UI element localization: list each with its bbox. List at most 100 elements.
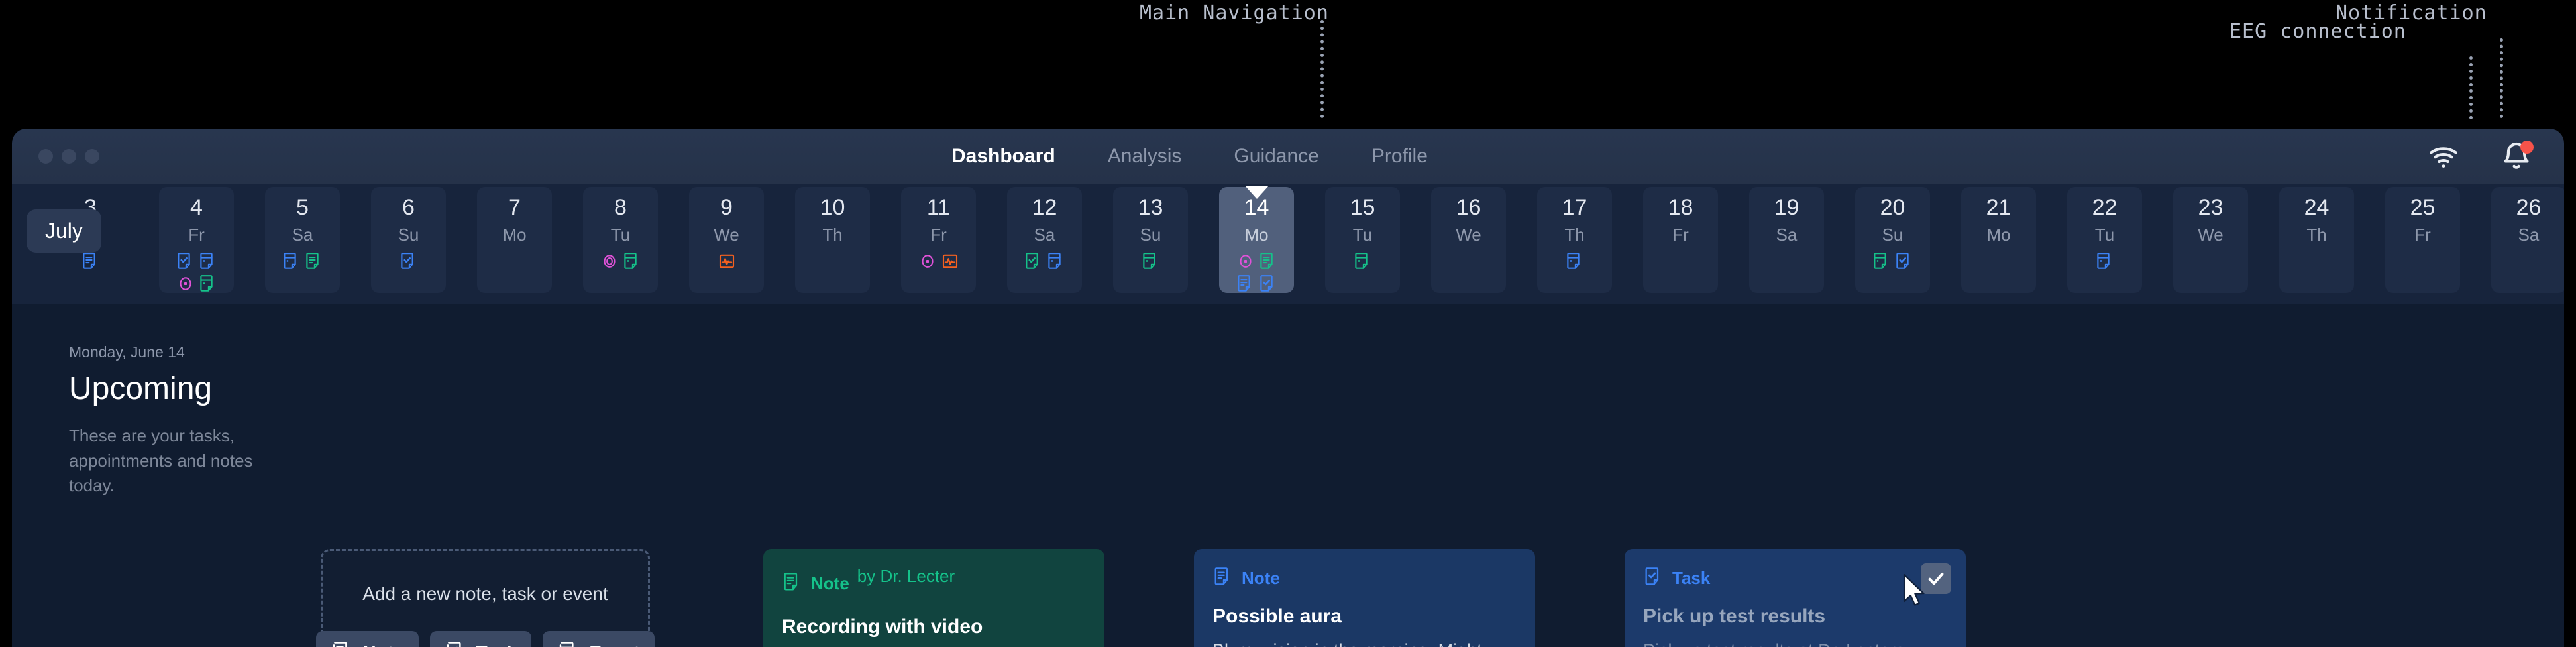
calendar-day-17[interactable]: 17 Th [1537,187,1612,293]
day-weekday: Su [1882,225,1904,245]
day-weekday: Th [1564,225,1585,245]
day-weekday: Su [1140,225,1161,245]
add-event-button[interactable]: Event [543,630,655,647]
calendar-day-5[interactable]: 5 Sa [265,187,340,293]
maximize-window-dot[interactable] [85,149,99,164]
card-body-text: Pick up test results at Dr. Lecters offi… [1643,638,1947,647]
add-task-button[interactable]: Task [429,630,532,647]
calendar-day-4[interactable]: 4 Fr [159,187,234,293]
day-number: 6 [402,195,415,220]
calendar-day-25[interactable]: 25 Fr [2385,187,2460,293]
day-weekday: Sa [1034,225,1055,245]
nav-item-guidance[interactable]: Guidance [1234,145,1318,168]
day-weekday: Tu [610,225,631,245]
event-blue-icon [1046,251,1066,271]
day-number: 14 [1244,195,1269,220]
calendar-day-11[interactable]: 11 Fr [901,187,976,293]
task-complete-checkbox[interactable] [1921,563,1951,594]
day-number: 12 [1032,195,1057,220]
day-weekday: Su [398,225,419,245]
event-green-icon [1141,251,1161,271]
card-kind-row: Note [1212,566,1517,591]
day-number: 21 [1986,195,2012,220]
add-button-label: Task [476,642,517,647]
task-blue-icon [399,251,419,271]
calendar-day-22[interactable]: 22 Tu [2067,187,2142,293]
upcoming-panel: Monday, June 14 Upcoming These are your … [69,345,268,499]
title-bar: Dashboard Analysis Guidance Profile [12,129,2564,184]
close-window-dot[interactable] [38,149,53,164]
day-weekday: Mo [1244,225,1269,245]
day-number: 20 [1880,195,1905,220]
card-kind-row: Task [1643,566,1947,591]
nav-item-analysis[interactable]: Analysis [1108,145,1182,168]
day-number: 3 [84,195,97,220]
day-entry-icons [1126,251,1176,271]
notification-badge [2520,141,2534,154]
note-green-icon [782,571,803,596]
day-number: 8 [614,195,627,220]
note-green-icon [304,251,324,271]
calendar-day-12[interactable]: 12 Sa [1007,187,1082,293]
day-entry-icons [1020,251,1070,271]
day-entry-icons [384,251,434,271]
calendar-day-7[interactable]: 7 Mo [477,187,552,293]
event-green-icon [622,251,642,271]
note-card[interactable]: Noteby Dr. LecterRecording with videoHel… [763,549,1104,647]
day-number: 17 [1562,195,1587,220]
day-number: 7 [508,195,521,220]
calendar-day-2[interactable]: 2We [12,187,22,293]
day-entry-icons [2080,251,2130,271]
screenshot-root: Main Navigation Notification EEG connectio… [0,0,2576,647]
task-green-icon [1024,251,1044,271]
calendar-day-8[interactable]: 8 Tu [583,187,658,293]
day-weekday: Mo [1986,225,2011,245]
day-weekday: Sa [1776,225,1798,245]
window-controls[interactable] [38,149,99,164]
calendar-day-26[interactable]: 26 Sa [2491,187,2564,293]
annotation-leader-line [1320,20,1326,118]
calendar-day-3[interactable]: 3 Th [53,187,128,293]
day-number: 4 [190,195,203,220]
annotation-label: EEG connection [2229,20,2406,43]
minimize-window-dot[interactable] [62,149,76,164]
calendar-day-14[interactable]: 14 Mo [1219,186,1294,293]
event-green-icon [198,274,218,294]
calendar-day-20[interactable]: 20 Su [1855,187,1930,293]
calendar-day-10[interactable]: 10 Th [795,187,870,293]
selected-day-pointer [1244,186,1269,199]
note-blue-icon [81,251,101,271]
day-weekday: We [714,225,739,245]
nav-item-dashboard[interactable]: Dashboard [951,145,1055,168]
task-blue-icon [1894,251,1914,271]
calendar-day-24[interactable]: 24 Th [2279,187,2354,293]
add-note-button[interactable]: Note [316,630,419,647]
calendar-day-19[interactable]: 19 Sa [1749,187,1824,293]
note-card[interactable]: Note Possible aura Blurry vision in the mo… [1194,549,1535,647]
calendar-day-9[interactable]: 9 We [689,187,764,293]
calendar-strip[interactable]: 2We 3 Th 4 Fr 5 Sa 6 Su 7 Mo 8 Tu 9 We [12,184,2564,304]
calendar-day-15[interactable]: 15 Tu [1325,187,1400,293]
day-weekday: We [2198,225,2224,245]
task-card[interactable]: Task Pick up test results Pick up test res… [1625,549,1966,647]
calendar-day-21[interactable]: 21 Mo [1961,187,2036,293]
day-entry-icons [172,251,222,294]
calendar-day-13[interactable]: 13 Su [1113,187,1188,293]
day-weekday: Sa [292,225,313,245]
annotation-label: Main Navigation [1140,1,1329,25]
calendar-day-6[interactable]: 6 Su [371,187,446,293]
nav-item-profile[interactable]: Profile [1371,145,1428,168]
day-number: 19 [1774,195,1799,220]
day-number: 25 [2410,195,2436,220]
annotation-leader-line [2500,38,2506,118]
add-new-panel[interactable]: Add a new note, task or event Note Task … [316,549,655,647]
wifi-icon[interactable] [2428,141,2459,172]
calendar-day-16[interactable]: 16 We [1431,187,1506,293]
status-icon-group [2428,129,2534,184]
calendar-day-18[interactable]: 18 Fr [1643,187,1718,293]
day-number: 16 [1456,195,1481,220]
bell-icon[interactable] [2500,141,2534,172]
app-window: Dashboard Analysis Guidance Profile 3 Th… [12,129,2564,647]
day-number: 13 [1138,195,1163,220]
calendar-day-23[interactable]: 23 We [2173,187,2248,293]
